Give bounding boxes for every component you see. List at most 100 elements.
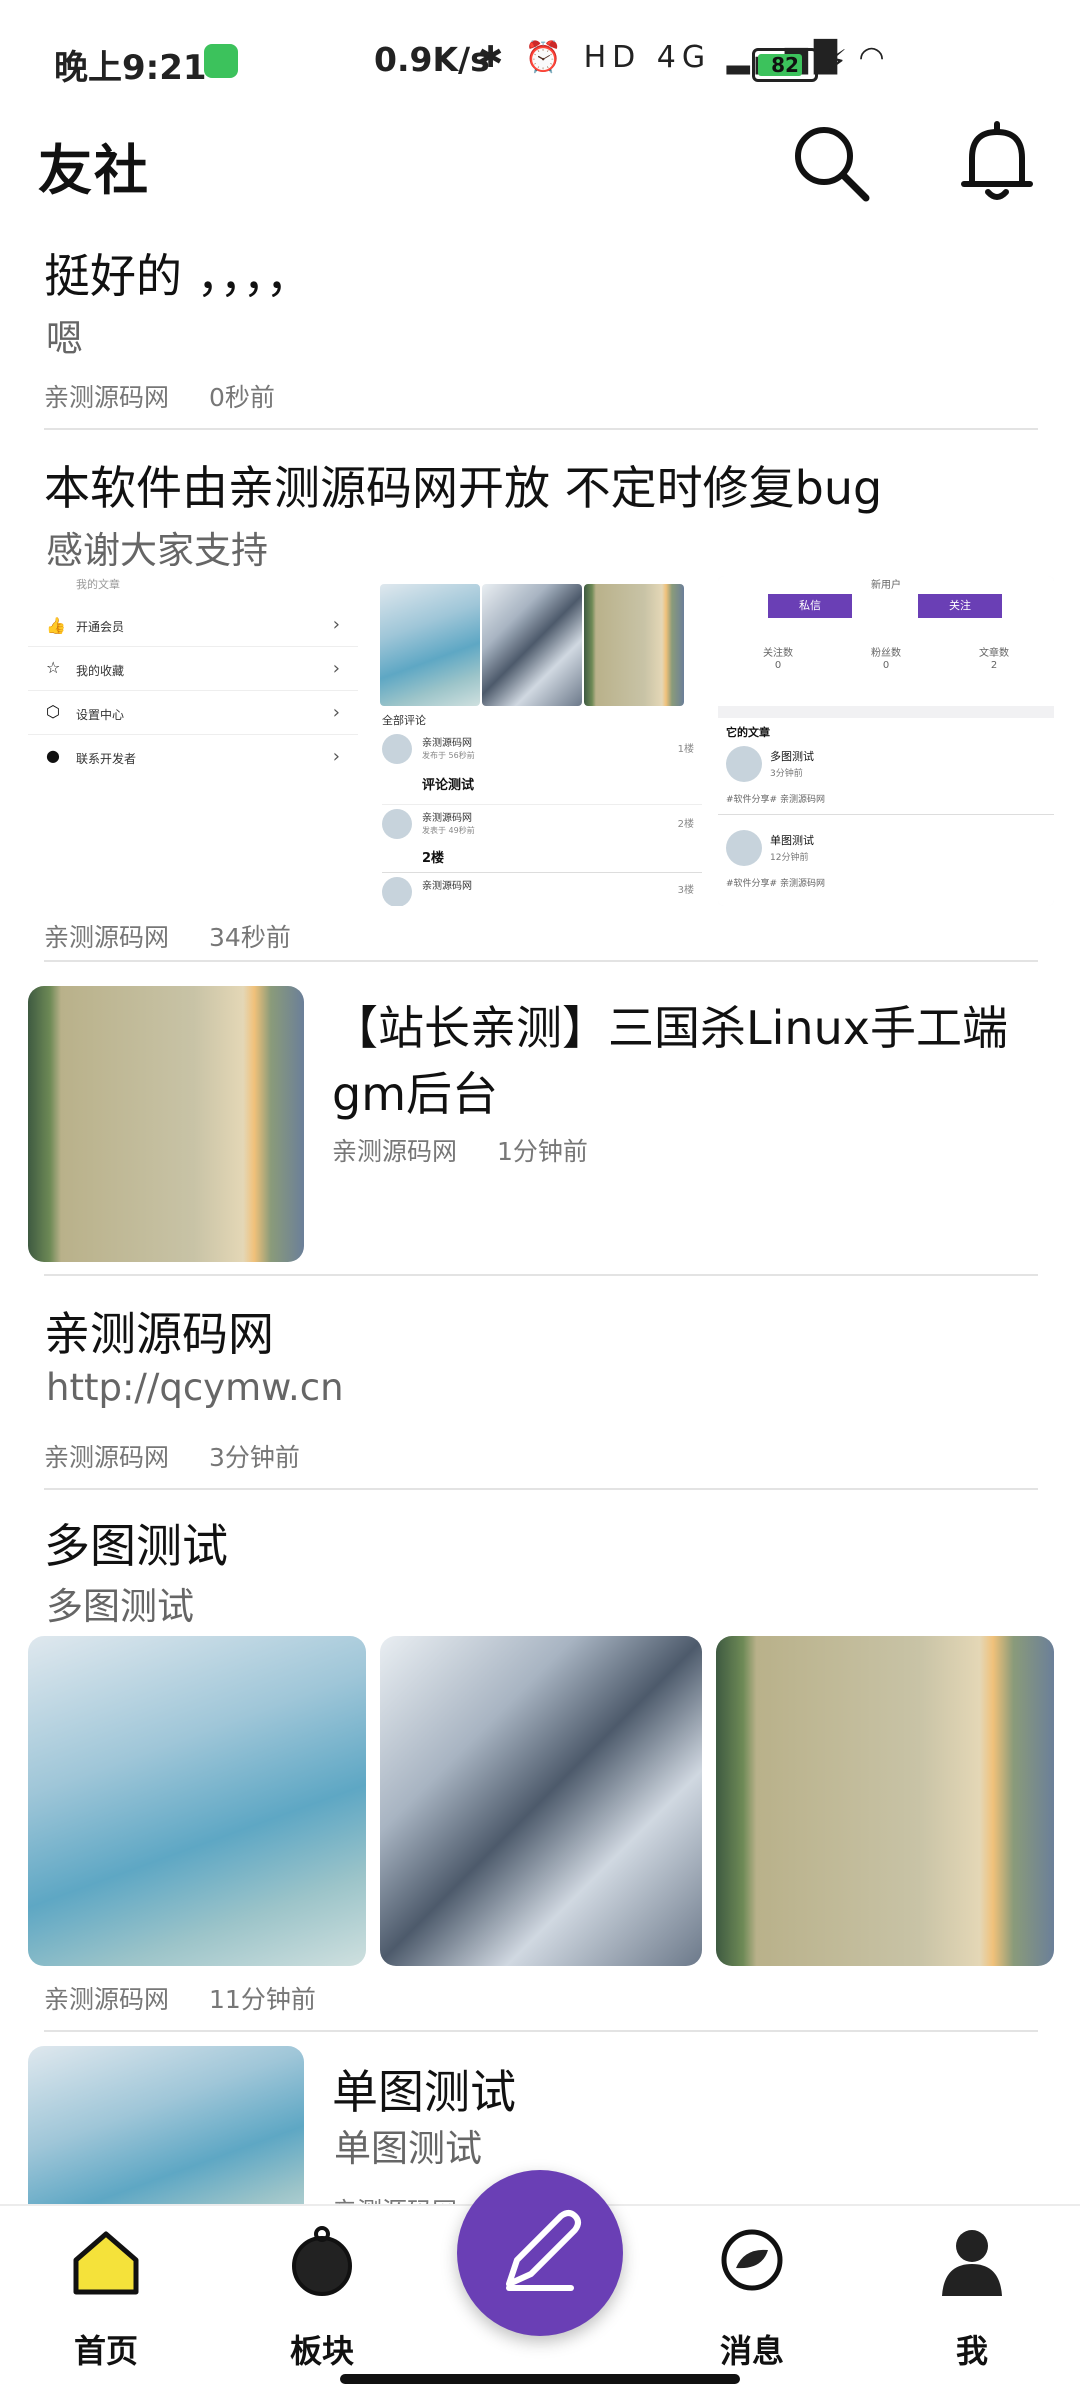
article-time: 3分钟前: [770, 769, 803, 779]
menu-item-vip: 开通会员: [76, 620, 125, 634]
post-card[interactable]: 多图测试 多图测试 亲测源码网 11分钟前: [0, 1490, 1080, 2032]
article-tags: #软件分享# 亲测源码网: [726, 879, 825, 889]
post-author[interactable]: 亲测源码网: [44, 1443, 169, 1472]
message-icon: [721, 2229, 783, 2291]
chevron-right-icon: ›: [332, 614, 340, 635]
post-author[interactable]: 亲测源码网: [44, 383, 169, 412]
post-author[interactable]: 亲测源码网: [44, 1985, 169, 2014]
post-meta: 亲测源码网 11分钟前: [44, 1980, 316, 2016]
comment-item: 亲测源码网 3楼: [382, 872, 702, 906]
network-speed: 0.9K/s: [374, 40, 490, 79]
post-meta: 亲测源码网 1分钟前: [332, 1132, 588, 1168]
thumb-icon: 👍: [46, 616, 66, 635]
post-image[interactable]: 我的文章 👍 开通会员 › ☆ 我的收藏 › ⬡ 设置中心 › ● 联系开发者 …: [28, 576, 358, 906]
stat-label: 文章数: [979, 648, 1009, 659]
comment-text: 2楼: [422, 851, 445, 866]
home-indicator[interactable]: [340, 2374, 740, 2384]
post-subtitle: 单图测试: [334, 2127, 482, 2170]
follow-button[interactable]: 关注: [918, 594, 1002, 618]
menu-item-settings: 设置中心: [76, 708, 125, 722]
stat-label: 关注数: [763, 648, 793, 659]
article-tags: #软件分享# 亲测源码网: [726, 795, 825, 805]
post-image[interactable]: [380, 1636, 702, 1966]
battery-icon: 82: [752, 48, 818, 82]
post-subtitle: 感谢大家支持: [46, 529, 268, 572]
comment-floor: 3楼: [677, 885, 694, 896]
post-image[interactable]: 全部评论 亲测源码网 发布于 56秒前 1楼 评论测试 亲测源码网 发表于 49…: [378, 576, 708, 906]
post-title: 挺好的 ，，，，: [44, 249, 312, 303]
compose-button[interactable]: [457, 2170, 623, 2336]
nav-messages[interactable]: 消息: [692, 2224, 812, 2374]
comments-header: 全部评论: [382, 714, 426, 727]
article-time: 12分钟前: [770, 853, 809, 863]
avatar: [382, 877, 412, 906]
comment-author: 亲测源码网: [422, 738, 472, 749]
comment-info: 发表于 49秒前: [422, 826, 475, 835]
post-card[interactable]: 亲测源码网 http://qcymw.cn 亲测源码网 3分钟前: [0, 1278, 1080, 1490]
profile-articles: 它的文章 多图测试 3分钟前 #软件分享# 亲测源码网 单图测试 12分钟前 #…: [718, 718, 1054, 906]
comment-text: 评论测试: [422, 778, 475, 793]
settings-icon: ⬡: [46, 702, 60, 721]
article-title: 多图测试: [770, 750, 814, 763]
menu-row: ● 联系开发者 ›: [28, 738, 358, 778]
post-meta: 亲测源码网 34秒前: [44, 918, 291, 954]
post-author[interactable]: 亲测源码网: [44, 923, 169, 952]
divider: [44, 960, 1038, 962]
post-image[interactable]: [716, 1636, 1054, 1966]
comment-item: 亲测源码网 发表于 49秒前 2楼 2楼: [382, 804, 702, 871]
thumbnail-image: [482, 584, 582, 706]
post-card[interactable]: 本软件由亲测源码网开放 不定时修复bug 感谢大家支持 我的文章 👍 开通会员 …: [0, 440, 1080, 962]
nav-board[interactable]: 板块: [262, 2224, 382, 2374]
nav-me[interactable]: 我: [912, 2224, 1032, 2374]
post-card[interactable]: 挺好的 ，，，， 嗯 亲测源码网 0秒前: [0, 226, 1080, 430]
menu-item-favorites: 我的收藏: [76, 664, 125, 678]
app-notification-icon: [204, 44, 238, 78]
chevron-right-icon: ›: [332, 658, 340, 679]
menu-item-contact: 联系开发者: [76, 752, 137, 766]
post-author[interactable]: 亲测源码网: [332, 1137, 457, 1166]
post-image[interactable]: 新用户 私信 关注 关注数 0 粉丝数 0 文章数 2 它的文章 多图测试 3分…: [718, 576, 1054, 906]
notification-button[interactable]: [952, 118, 1042, 208]
post-image[interactable]: [28, 1636, 366, 1966]
stat-value: 2: [990, 660, 998, 671]
home-icon: [73, 2231, 139, 2295]
post-link[interactable]: http://qcymw.cn: [46, 1366, 344, 1409]
post-subtitle: 嗯: [46, 317, 83, 360]
post-meta: 亲测源码网 0秒前: [44, 378, 275, 414]
stat-value: 0: [774, 660, 782, 671]
battery-level: 82: [771, 53, 799, 77]
post-time: 34秒前: [209, 923, 291, 952]
charging-icon: ⚡: [826, 44, 848, 79]
avatar: [382, 734, 412, 764]
stat-value: 0: [882, 660, 890, 671]
message-button[interactable]: 私信: [768, 594, 852, 618]
post-subtitle: 多图测试: [46, 1585, 194, 1628]
status-time: 晚上9:21: [54, 48, 207, 88]
status-bar: 晚上9:21 0.9K/s ✱ ⏰ HD 4G ▂▄▆█ ◠ 82 ⚡: [0, 0, 1080, 100]
comment-floor: 1楼: [677, 744, 694, 755]
app-header: 友社: [0, 110, 1080, 210]
comment-info: 发布于 56秒前: [422, 751, 475, 760]
nav-home[interactable]: 首页: [46, 2224, 166, 2374]
comment-author: 亲测源码网: [422, 881, 472, 892]
avatar: [382, 809, 412, 839]
thumbnail-image: [584, 584, 684, 706]
post-title: 本软件由亲测源码网开放 不定时修复bug: [44, 461, 883, 515]
penguin-icon: ●: [46, 746, 60, 765]
stat-label: 粉丝数: [871, 648, 901, 659]
nav-home-label: 首页: [73, 2332, 138, 2370]
post-time: 1分钟前: [497, 1137, 588, 1166]
profile-name: 新用户: [871, 580, 901, 591]
menu-item-articles: 我的文章: [76, 578, 120, 591]
divider: [44, 1274, 1038, 1276]
comment-author: 亲测源码网: [422, 813, 472, 824]
profile-card: 新用户 私信 关注 关注数 0 粉丝数 0 文章数 2: [718, 576, 1054, 706]
post-title-line2: gm后台: [332, 1067, 499, 1121]
post-title: 单图测试: [332, 2065, 516, 2119]
post-thumbnail[interactable]: [28, 986, 304, 1262]
articles-header: 它的文章: [726, 726, 770, 739]
search-button[interactable]: [786, 118, 876, 208]
post-time: 11分钟前: [209, 1985, 316, 2014]
post-time: 3分钟前: [209, 1443, 300, 1472]
post-card[interactable]: 【站长亲测】三国杀Linux手工端 gm后台 亲测源码网 1分钟前: [0, 972, 1080, 1276]
